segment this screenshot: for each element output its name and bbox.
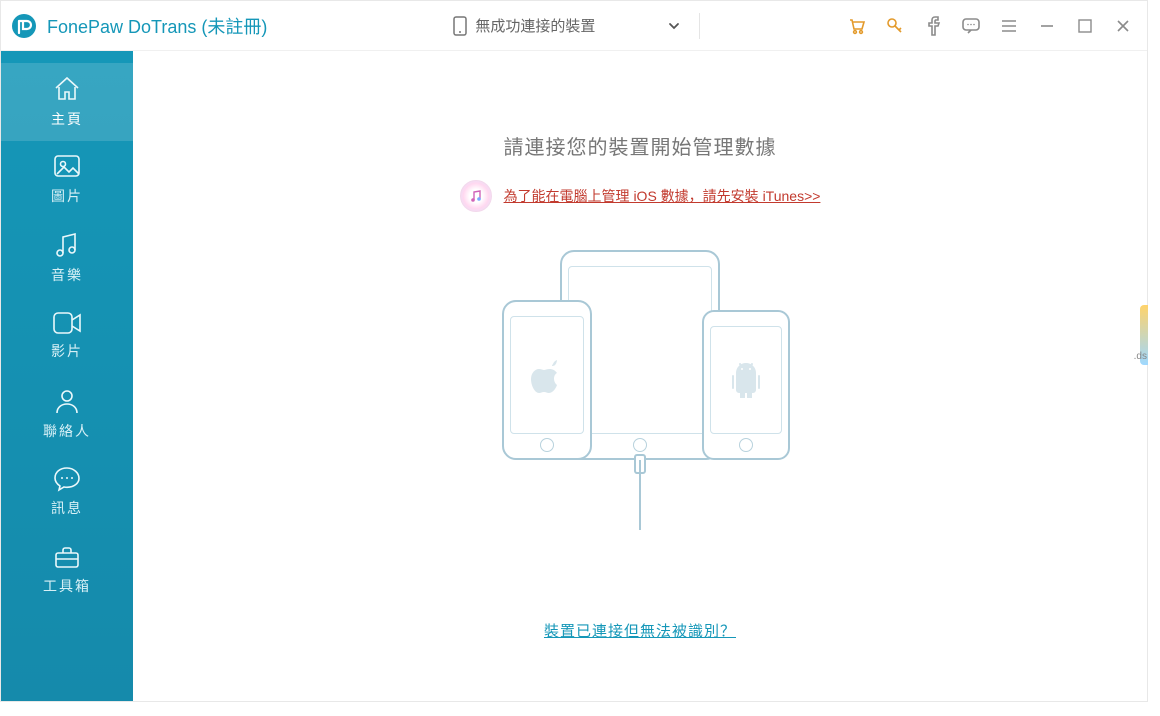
cable — [639, 460, 641, 530]
logo-icon — [11, 13, 37, 39]
iphone-outline — [502, 300, 592, 460]
cart-icon[interactable] — [847, 16, 867, 36]
messages-icon — [53, 466, 81, 492]
maximize-button[interactable] — [1075, 16, 1095, 36]
sidebar: 主頁 圖片 音樂 影片 — [1, 51, 133, 701]
sidebar-item-photos[interactable]: 圖片 — [1, 141, 133, 219]
sidebar-item-messages[interactable]: 訊息 — [1, 453, 133, 531]
sidebar-item-label: 圖片 — [51, 186, 83, 206]
feedback-icon[interactable] — [961, 16, 981, 36]
android-outline — [702, 310, 790, 460]
top-icon-bar — [847, 16, 1147, 36]
android-icon — [729, 361, 763, 399]
home-icon — [52, 75, 82, 103]
sidebar-item-videos[interactable]: 影片 — [1, 297, 133, 375]
chevron-down-icon — [667, 19, 681, 33]
music-icon — [54, 231, 80, 259]
sidebar-item-label: 工具箱 — [43, 576, 91, 596]
toolbox-icon — [53, 544, 81, 570]
app-logo — [1, 13, 47, 39]
main-panel: 請連接您的裝置開始管理數據 為了能在電腦上管理 iOS 數據，請先安裝 iTun… — [133, 51, 1147, 701]
title-bar: FonePaw DoTrans (未註冊) 無成功連接的裝置 — [1, 1, 1147, 51]
sidebar-item-toolbox[interactable]: 工具箱 — [1, 531, 133, 609]
sidebar-item-contacts[interactable]: 聯絡人 — [1, 375, 133, 453]
sidebar-item-label: 訊息 — [51, 498, 83, 518]
sidebar-item-label: 影片 — [51, 341, 83, 361]
device-not-recognized-link[interactable]: 裝置已連接但無法被識別？ — [544, 620, 736, 641]
sidebar-item-label: 音樂 — [51, 265, 83, 285]
menu-icon[interactable] — [999, 16, 1019, 36]
edge-peek-label: .ds — [1134, 351, 1147, 362]
key-icon[interactable] — [885, 16, 905, 36]
device-illustration — [490, 250, 790, 570]
sidebar-item-label: 主頁 — [51, 109, 83, 129]
apple-icon — [530, 355, 564, 395]
phone-icon — [453, 16, 467, 36]
close-button[interactable] — [1113, 16, 1133, 36]
sidebar-item-label: 聯絡人 — [43, 421, 91, 441]
device-selector-label: 無成功連接的裝置 — [475, 15, 659, 36]
minimize-button[interactable] — [1037, 16, 1057, 36]
sidebar-item-music[interactable]: 音樂 — [1, 219, 133, 297]
connect-prompt-title: 請連接您的裝置開始管理數據 — [504, 131, 777, 160]
install-itunes-link[interactable]: 為了能在電腦上管理 iOS 數據，請先安裝 iTunes>> — [504, 186, 821, 206]
photos-icon — [53, 154, 81, 180]
videos-icon — [52, 311, 82, 335]
itunes-icon — [460, 180, 492, 212]
itunes-install-row: 為了能在電腦上管理 iOS 數據，請先安裝 iTunes>> — [460, 180, 821, 212]
facebook-icon[interactable] — [923, 16, 943, 36]
contacts-icon — [54, 387, 80, 415]
device-selector[interactable]: 無成功連接的裝置 — [447, 10, 687, 42]
divider — [699, 13, 700, 39]
app-title: FonePaw DoTrans (未註冊) — [47, 13, 267, 39]
sidebar-item-home[interactable]: 主頁 — [1, 63, 133, 141]
